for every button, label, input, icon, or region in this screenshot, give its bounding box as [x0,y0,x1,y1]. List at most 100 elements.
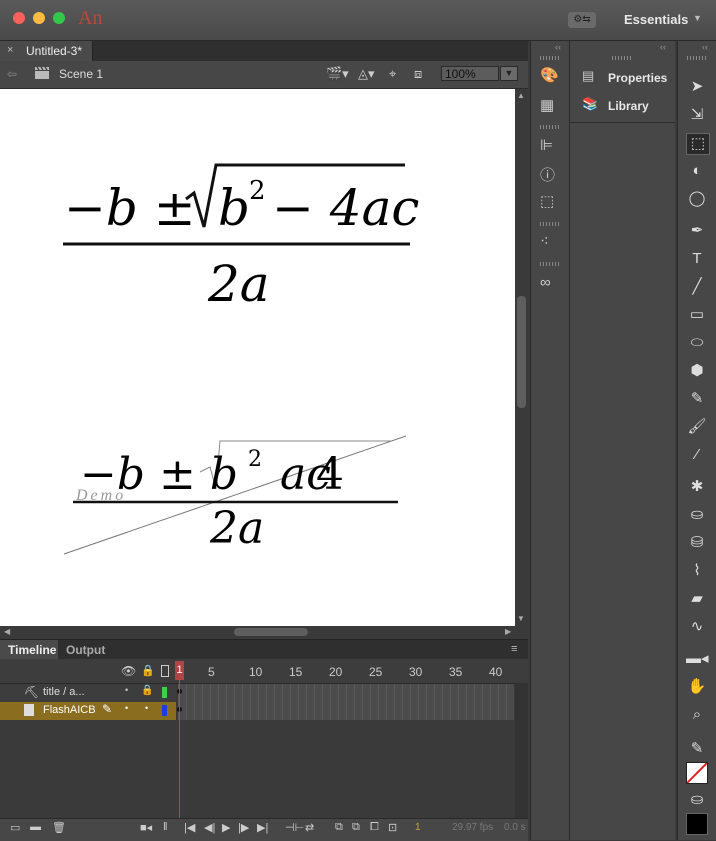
library-label[interactable]: Library [608,99,649,113]
paint-brush-tool-icon[interactable]: 🖌 [686,417,708,437]
swatches-grid-icon[interactable]: ▦ [540,96,554,114]
lock-dot[interactable]: • [145,703,148,713]
width-tool-icon[interactable]: ∿ [686,617,708,637]
workspace-selector[interactable]: Essentials [624,12,688,27]
lock-icon[interactable]: 🔒 [141,685,153,696]
selection-tool-icon[interactable]: ➤ [686,77,708,97]
layer-color-swatch[interactable] [162,687,167,698]
scroll-down-icon[interactable]: ▼ [517,614,525,623]
new-folder-icon[interactable]: ▬ [30,821,41,833]
info-icon[interactable]: ⓘ [540,164,555,185]
panel-gripper[interactable] [540,262,560,266]
pen-tool-icon[interactable]: ✒ [686,221,708,241]
outline-icon[interactable] [161,665,169,677]
camera-icon[interactable]: ■◂ [140,821,152,834]
collapse-arrows-icon[interactable]: ‹‹ [702,42,708,52]
3d-rotation-tool-icon[interactable]: ◐ [686,161,708,181]
rectangle-tool-icon[interactable]: ▭ [686,305,708,325]
stage-horizontal-scroll-thumb[interactable] [234,628,308,636]
panel-gripper[interactable] [612,56,632,60]
properties-icon[interactable]: ▤ [582,68,594,84]
onion-skin-icon[interactable]: ⧉ [335,821,343,834]
timeline-vertical-scrollbar[interactable] [515,683,528,818]
layer-name[interactable]: FlashAICB [43,704,96,716]
layer-frames[interactable] [178,702,514,720]
ink-bottle-tool-icon[interactable]: ⛁ [686,533,708,553]
zoom-dropdown-button[interactable]: ▼ [500,66,518,81]
first-frame-icon[interactable]: |◀ [184,821,195,834]
pause-bars-icon[interactable]: ‖ [163,821,168,833]
close-tab-icon[interactable]: × [7,44,13,56]
collapse-arrows-icon[interactable]: ‹‹ [660,42,666,52]
brush-tool-icon[interactable]: ⁄ [686,445,708,465]
last-frame-icon[interactable]: ▶| [257,821,268,834]
layer-name[interactable]: title / a... [43,686,85,698]
edit-scene-icon[interactable]: 🎬▾ [326,66,349,82]
loop-icon[interactable]: ⇄ [305,821,314,834]
zoom-tool-icon[interactable]: ⌕ [686,705,708,725]
prev-frame-icon[interactable]: ◀| [204,821,215,834]
edit-symbols-icon[interactable]: ◬▾ [358,66,375,82]
oval-tool-icon[interactable]: ⬭ [686,333,708,353]
components-icon[interactable]: ⁖ [540,232,549,250]
minimize-window-button[interactable] [33,12,45,24]
zoom-input[interactable]: 100% [441,66,499,81]
onion-outline-icon[interactable]: ⧉ [352,821,360,834]
text-tool-icon[interactable]: T [686,249,708,269]
eyedropper-tool-icon[interactable]: ⌇ [686,561,708,581]
paint-bucket-tool-icon[interactable]: ⛀ [686,505,708,525]
new-layer-icon[interactable]: ▭ [10,821,20,834]
zoom-window-button[interactable] [53,12,65,24]
tab-timeline[interactable]: Timeline [0,640,58,659]
panel-gripper[interactable] [687,56,707,60]
chevron-down-icon[interactable]: ▼ [693,13,702,23]
free-transform-tool-icon[interactable]: ⬚ [686,133,710,155]
pencil-tool-icon[interactable]: ✎ [686,389,708,409]
fill-color-swatch[interactable] [686,813,708,835]
layer-row-selected[interactable]: FlashAICB ✎ • • [0,702,176,720]
trash-icon[interactable]: 🗑 [52,821,66,834]
collapse-arrows-icon[interactable]: ‹‹ [555,42,561,52]
center-stage-icon[interactable]: ⌖ [389,66,396,82]
edit-multiple-frames-icon[interactable]: ⧠ [370,821,379,834]
lock-icon[interactable]: 🔒 [141,664,155,677]
tab-output[interactable]: Output [60,640,110,659]
stage-canvas[interactable]: −b ± b 2 − 4ac 2a −b ± b 2 ac 4 Demo 2a [0,89,515,626]
visibility-dot[interactable]: • [125,685,128,695]
center-frame-icon[interactable]: ⊣⊢ [285,821,304,834]
back-arrow-icon[interactable]: ⇦ [7,67,17,81]
time-readout[interactable]: 0.0 s [504,822,526,833]
camera-tool-icon[interactable]: ▬◂ [686,649,709,669]
modify-markers-icon[interactable]: ⊡ [388,821,397,834]
next-frame-icon[interactable]: |▶ [238,821,249,834]
visibility-dot[interactable]: • [125,703,128,713]
eraser-tool-icon[interactable]: ▰ [686,589,708,609]
color-palette-icon[interactable]: 🎨 [540,66,559,84]
eye-icon[interactable]: 👁 [121,664,136,678]
lasso-tool-icon[interactable]: ◯ [686,189,708,209]
panel-gripper[interactable] [540,222,560,226]
library-icon[interactable]: 📚 [582,96,598,112]
panel-gripper[interactable] [540,56,560,60]
scroll-left-icon[interactable]: ◀ [4,627,10,636]
stage-vertical-scroll-thumb[interactable] [517,296,526,408]
subselection-tool-icon[interactable]: ⇲ [686,105,708,125]
current-frame-marker[interactable]: 1 [175,661,184,680]
creative-cloud-icon[interactable]: ∞ [540,274,551,291]
layer-color-swatch[interactable] [162,705,167,716]
scroll-up-icon[interactable]: ▲ [517,91,525,100]
polystar-tool-icon[interactable]: ⬢ [686,361,708,381]
panel-menu-icon[interactable]: ≡ [511,643,517,655]
stroke-color-swatch[interactable] [686,762,708,784]
panel-gripper[interactable] [540,125,560,129]
hand-tool-icon[interactable]: ✋ [686,677,708,697]
clip-stage-icon[interactable]: ⧈ [414,66,422,82]
align-icon[interactable]: ⊫ [540,136,553,154]
scroll-right-icon[interactable]: ▶ [505,627,511,636]
workspace-sync-button[interactable]: ⚙⇆ [568,12,596,28]
playhead[interactable] [179,680,180,820]
layer-frames[interactable] [178,684,514,702]
document-tab[interactable]: × Untitled-3* [0,41,93,61]
line-tool-icon[interactable]: ╱ [686,277,708,297]
bone-tool-icon[interactable]: ✱ [686,477,708,497]
